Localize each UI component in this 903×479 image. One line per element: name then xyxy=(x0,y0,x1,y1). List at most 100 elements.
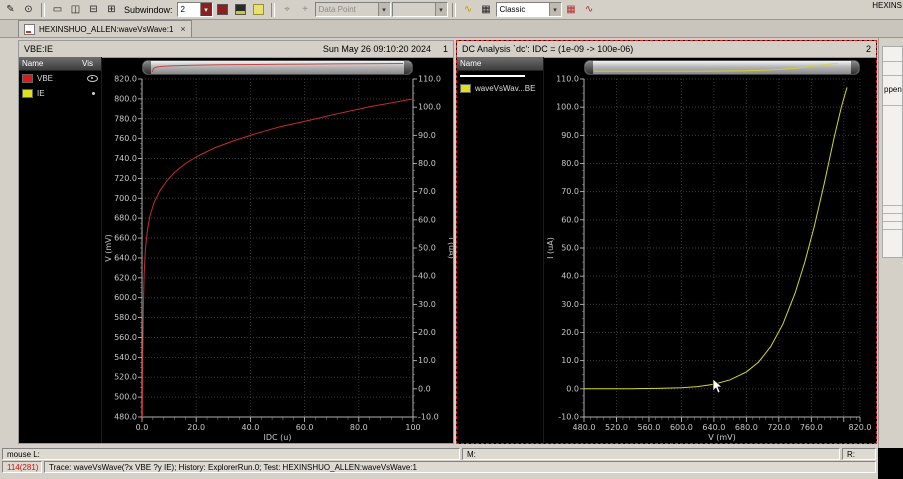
legend-header: Name xyxy=(457,57,543,71)
svg-text:820.0: 820.0 xyxy=(114,75,137,84)
subwindow-value: 2 xyxy=(180,5,185,14)
info-status-bar: 114(281) Trace: waveVsWave(?x VBE ?y IE)… xyxy=(0,461,878,474)
strip-legend-icon[interactable] xyxy=(232,2,249,17)
secondary-select[interactable]: ▾ xyxy=(391,2,448,17)
close-icon[interactable]: × xyxy=(180,24,185,34)
plot-title: DC Analysis `dc': IDC = (1e-09 -> 100e-0… xyxy=(462,44,634,54)
svg-text:0.0: 0.0 xyxy=(136,423,149,432)
mouse-status-bar: mouse L: M: R: xyxy=(0,448,878,461)
svg-text:560.0: 560.0 xyxy=(637,423,660,432)
subwindow-label: Subwindow: xyxy=(124,4,173,15)
background-window-title: HEXINS xyxy=(872,1,902,10)
svg-text:100: 100 xyxy=(405,423,420,432)
svg-text:IDC (u): IDC (u) xyxy=(264,433,292,442)
subwindow-1-titlebar: VBE:IE Sun May 26 09:10:20 2024 1 xyxy=(19,41,453,58)
tab-bar: HEXINSHUO_ALLEN:waveVsWave:1 × xyxy=(0,20,903,38)
crosshair-icon[interactable]: + xyxy=(297,2,314,17)
svg-text:80.0: 80.0 xyxy=(350,423,368,432)
bottom-right-corner xyxy=(878,448,903,479)
chevron-down-icon[interactable]: ▾ xyxy=(377,3,390,16)
mouse-right-binding: R: xyxy=(847,449,855,459)
subwindow-select[interactable]: 2 ▾ xyxy=(176,2,213,17)
svg-text:740.0: 740.0 xyxy=(114,154,137,163)
svg-text:50.0: 50.0 xyxy=(561,244,579,253)
trace-info: Trace: waveVsWave(?x VBE ?y IE); History… xyxy=(49,462,417,472)
visibility-eye-icon[interactable] xyxy=(87,75,98,82)
svg-text:820.0: 820.0 xyxy=(849,423,872,432)
svg-text:680.0: 680.0 xyxy=(735,423,758,432)
svg-text:620.0: 620.0 xyxy=(114,273,137,282)
pencil-icon[interactable]: ✎ xyxy=(2,2,19,17)
red-square-icon[interactable] xyxy=(214,2,231,17)
single-window-icon[interactable]: ▭ xyxy=(49,2,66,17)
svg-text:720.0: 720.0 xyxy=(114,174,137,183)
legend-col-vis: Vis xyxy=(82,59,93,68)
svg-text:680.0: 680.0 xyxy=(114,214,137,223)
legend-label: waveVsWav...BE xyxy=(475,84,536,93)
main-area: VBE:IE Sun May 26 09:10:20 2024 1 Name V… xyxy=(0,38,903,448)
svg-text:30.0: 30.0 xyxy=(561,300,579,309)
dc-analysis-chart[interactable]: 480.0 520.0 560.0 600.0 640.0 680.0 720.0 760.0… xyxy=(544,75,876,443)
legend-item-wavevswave[interactable]: waveVsWav...BE xyxy=(457,81,543,96)
quad-window-icon[interactable]: ⊞ xyxy=(103,2,120,17)
appearance-value: Classic xyxy=(499,5,526,14)
svg-text:0.0: 0.0 xyxy=(418,384,431,393)
tab-wavevswave[interactable]: HEXINSHUO_ALLEN:waveVsWave:1 × xyxy=(18,20,192,37)
split-vertical-icon[interactable]: ◫ xyxy=(67,2,84,17)
scrollbar-left-cap[interactable] xyxy=(585,61,593,74)
overview-scrollbar[interactable] xyxy=(142,60,413,75)
subwindow-2-titlebar: DC Analysis `dc': IDC = (1e-09 -> 100e-0… xyxy=(457,41,876,58)
svg-text:V (mV): V (mV) xyxy=(104,234,113,262)
main-toolbar: ✎ ⊙ ▭ ◫ ⊟ ⊞ Subwindow: 2 ▾ ⌖ + Data Poin… xyxy=(0,0,903,20)
vbe-ie-chart[interactable]: 0.0 20.0 40.0 60.0 80.0 100 480.0 500.0 520.0 540… xyxy=(102,75,453,443)
svg-text:20.0: 20.0 xyxy=(187,423,205,432)
svg-text:0.0: 0.0 xyxy=(566,384,579,393)
svg-text:10.0: 10.0 xyxy=(418,356,436,365)
data-point-value: Data Point xyxy=(318,5,356,14)
tab-title: HEXINSHUO_ALLEN:waveVsWave:1 xyxy=(39,24,174,34)
toolbar-separator xyxy=(41,2,45,17)
svg-text:700.0: 700.0 xyxy=(114,194,137,203)
cursor-position: 114(281) xyxy=(7,462,39,472)
svg-text:90.0: 90.0 xyxy=(418,131,436,140)
eye-icon[interactable]: ⊙ xyxy=(20,2,37,17)
svg-text:800.0: 800.0 xyxy=(114,94,137,103)
chevron-down-icon[interactable]: ▾ xyxy=(199,3,212,16)
chevron-down-icon[interactable]: ▾ xyxy=(434,3,447,16)
note-icon[interactable] xyxy=(250,2,267,17)
svg-text:540.0: 540.0 xyxy=(114,353,137,362)
calculator-icon[interactable]: ▦ xyxy=(478,2,495,17)
subwindow-1: VBE:IE Sun May 26 09:10:20 2024 1 Name V… xyxy=(18,40,454,444)
legend-label: VBE xyxy=(37,74,54,83)
side-panel-strip: ppen xyxy=(878,38,903,448)
red-grid-icon[interactable]: ▦ xyxy=(563,2,580,17)
svg-text:480.0: 480.0 xyxy=(573,423,596,432)
red-wave-icon[interactable]: ∿ xyxy=(581,2,598,17)
legend-col-name: Name xyxy=(460,59,482,68)
svg-text:70.0: 70.0 xyxy=(418,187,436,196)
legend-item-vbe[interactable]: VBE xyxy=(19,71,101,86)
overview-scrollbar[interactable] xyxy=(584,60,860,75)
svg-text:780.0: 780.0 xyxy=(114,114,137,123)
legend-label: IE xyxy=(37,89,45,98)
appearance-select[interactable]: Classic ▾ xyxy=(495,2,562,17)
mouse-middle-binding: M: xyxy=(467,449,476,459)
svg-text:100.0: 100.0 xyxy=(418,103,441,112)
vbe-color-swatch xyxy=(22,74,33,83)
svg-text:V (mV): V (mV) xyxy=(708,433,736,442)
visibility-dot-icon[interactable] xyxy=(92,92,95,95)
chevron-down-icon[interactable]: ▾ xyxy=(548,3,561,16)
mouse-left-binding: mouse L: xyxy=(7,449,40,459)
svg-text:500.0: 500.0 xyxy=(114,393,137,402)
legend-item-ie[interactable]: IE xyxy=(19,86,101,101)
split-horizontal-icon[interactable]: ⊟ xyxy=(85,2,102,17)
subwindow-index: 1 xyxy=(442,44,448,54)
svg-text:50.0: 50.0 xyxy=(418,244,436,253)
waveform-chart-icon[interactable]: ∿ xyxy=(460,2,477,17)
data-point-select[interactable]: Data Point ▾ xyxy=(314,2,391,17)
tab-icon xyxy=(24,23,35,35)
svg-text:660.0: 660.0 xyxy=(114,234,137,243)
pointer-icon[interactable]: ⌖ xyxy=(279,2,296,17)
scrollbar-left-cap[interactable] xyxy=(143,61,151,74)
svg-text:60.0: 60.0 xyxy=(418,215,436,224)
